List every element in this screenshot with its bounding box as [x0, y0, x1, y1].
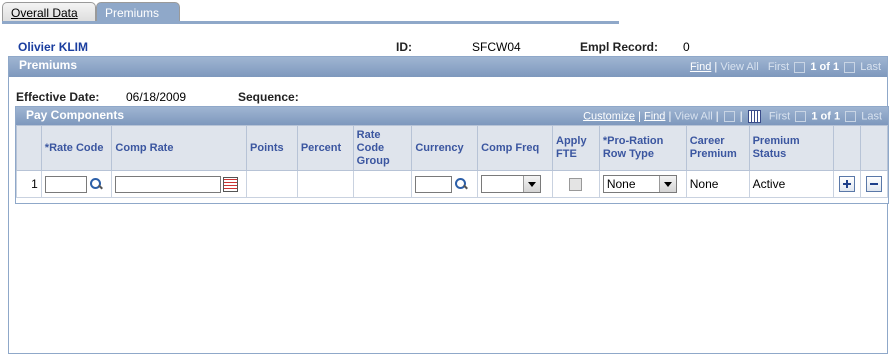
tab-overall-data[interactable]: Overall Data [2, 2, 96, 23]
comp-freq-select[interactable] [481, 175, 542, 193]
rate-code-lookup-icon[interactable] [89, 177, 103, 191]
chevron-down-icon[interactable] [658, 176, 676, 192]
premiums-counter: 1 of 1 [810, 61, 840, 73]
premiums-group: Premiums Find | View All First 1 of 1 La… [8, 56, 889, 354]
effective-date-value: 06/18/2009 [126, 90, 187, 104]
premiums-header: Premiums Find | View All First 1 of 1 La… [9, 57, 887, 77]
sequence-label: Sequence: [238, 90, 299, 104]
column-header-premium-status: Premium Status [748, 125, 835, 171]
add-row-cell [833, 170, 861, 198]
premiums-find-link[interactable]: Find [690, 61, 711, 73]
id-value: SFCW04 [472, 40, 521, 54]
currency-input[interactable] [415, 175, 453, 193]
pay-components-navigation: Customize | Find | View All | | First 1 … [583, 110, 882, 123]
rate-code-group-cell [352, 170, 413, 198]
delete-column-header [859, 125, 889, 171]
career-premium-cell: None [685, 170, 750, 198]
apply-fte-cell [552, 170, 600, 198]
add-column-header [833, 125, 861, 171]
column-header-currency: Currency [411, 125, 479, 171]
apply-fte-checkbox[interactable] [569, 178, 583, 192]
column-header-comp-rate: Comp Rate [111, 125, 248, 171]
column-header-rate-code-group: Rate Code Group [352, 125, 413, 171]
separator: | [739, 110, 743, 123]
previous-icon [795, 111, 807, 122]
proration-row-type-cell: None [598, 170, 687, 198]
column-header-percent: Percent [296, 125, 354, 171]
proration-row-type-select[interactable]: None [602, 175, 677, 193]
pay-find-link[interactable]: Find [644, 110, 665, 122]
rate-code-cell [40, 170, 113, 198]
employee-name: Olivier KLIM [18, 40, 89, 54]
tab-premiums[interactable]: Premiums [96, 2, 180, 23]
column-header-points: Points [246, 125, 298, 171]
table-header-row: *Rate Code Comp Rate Points Percent Rate… [16, 125, 889, 171]
comp-rate-input[interactable] [115, 175, 222, 193]
table-row: 1 None None Active [16, 170, 889, 198]
separator: | [714, 61, 718, 73]
comp-rate-cell [111, 170, 248, 198]
next-icon [845, 111, 857, 122]
premiums-navigation: Find | View All First 1 of 1 Last [690, 61, 881, 73]
pay-components-header: Pay Components Customize | Find | View A… [16, 107, 888, 125]
column-header-apply-fte: Apply FTE [552, 125, 600, 171]
currency-lookup-icon[interactable] [454, 177, 468, 191]
column-header-career-premium: Career Premium [685, 125, 750, 171]
column-header-comp-freq: Comp Freq [477, 125, 554, 171]
download-grid-icon[interactable] [747, 110, 761, 123]
minus-icon [869, 183, 878, 185]
zoom-icon[interactable] [723, 111, 735, 122]
row-number-header [16, 125, 42, 171]
premium-status-cell: Active [748, 170, 835, 198]
add-row-button[interactable] [839, 176, 855, 192]
delete-row-button[interactable] [865, 176, 882, 192]
empl-record-label: Empl Record: [580, 40, 659, 54]
customize-link[interactable]: Customize [583, 110, 635, 122]
pay-components-title: Pay Components [26, 108, 125, 122]
chevron-down-icon[interactable] [523, 176, 541, 192]
pay-components-grid: Pay Components Customize | Find | View A… [15, 106, 889, 204]
comp-freq-cell [477, 170, 554, 198]
rate-code-input[interactable] [44, 175, 87, 193]
column-header-rate-code: *Rate Code [40, 125, 113, 171]
effective-date-label: Effective Date: [16, 90, 100, 104]
calculator-icon[interactable] [223, 176, 239, 192]
pay-first: First [768, 110, 791, 123]
premiums-title: Premiums [19, 58, 78, 72]
separator: | [715, 110, 719, 123]
points-cell [246, 170, 298, 198]
next-icon [844, 61, 856, 73]
column-header-proration-row-type: *Pro-Ration Row Type [598, 125, 687, 171]
empl-record-value: 0 [683, 40, 690, 54]
delete-row-cell [859, 170, 889, 198]
separator: | [668, 110, 672, 123]
separator: | [638, 110, 641, 123]
premiums-view-all: View All [720, 61, 759, 73]
currency-cell [411, 170, 479, 198]
percent-cell [296, 170, 354, 198]
pay-last: Last [861, 110, 882, 123]
pay-view-all: View All [674, 110, 713, 123]
plus-icon-vertical [846, 180, 848, 188]
premiums-last: Last [860, 61, 881, 73]
premiums-first: First [767, 61, 790, 73]
previous-icon [794, 61, 806, 73]
pay-components-table: *Rate Code Comp Rate Points Percent Rate… [16, 125, 889, 198]
pay-counter: 1 of 1 [811, 110, 841, 123]
row-number: 1 [16, 170, 42, 198]
tab-underline [2, 21, 619, 24]
proration-row-type-value: None [606, 177, 636, 191]
id-label: ID: [396, 40, 412, 54]
